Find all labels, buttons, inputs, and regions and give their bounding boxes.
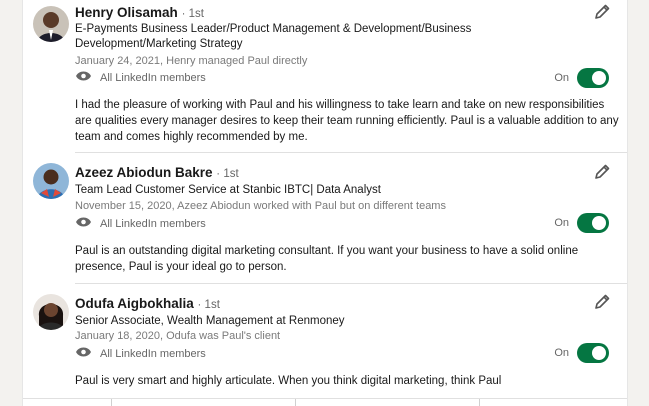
pencil-icon[interactable] — [593, 293, 611, 316]
recommender-name-line: Henry Olisamah · 1st — [75, 5, 204, 20]
visibility-setting[interactable]: All LinkedIn members — [75, 346, 206, 361]
avatar[interactable] — [33, 6, 69, 42]
visibility-label: All LinkedIn members — [100, 217, 206, 230]
pencil-icon[interactable] — [593, 3, 611, 26]
recommendation-text: Paul is an outstanding digital marketing… — [75, 245, 579, 273]
connection-degree: · 1st — [197, 299, 220, 311]
toggle-knob — [592, 346, 606, 360]
recommendation-item: Henry Olisamah · 1st E-Payments Business… — [23, 0, 627, 153]
tab-separator — [479, 399, 480, 406]
toggle-state: On — [554, 347, 569, 359]
recommender-name[interactable]: Henry Olisamah — [75, 5, 178, 20]
recommendation-meta: November 15, 2020, Azeez Abiodun worked … — [75, 200, 446, 212]
toggle-knob — [592, 71, 606, 85]
recommender-headline: E-Payments Business Leader/Product Manag… — [75, 23, 472, 50]
recommendation-item: Azeez Abiodun Bakre · 1st Team Lead Cust… — [23, 153, 627, 284]
recommendation-text: Paul is very smart and highly articulate… — [75, 375, 502, 387]
visibility-label: All LinkedIn members — [100, 71, 206, 84]
toggle-knob — [592, 216, 606, 230]
pencil-icon[interactable] — [593, 163, 611, 186]
visibility-toggle-wrap: On — [554, 68, 609, 88]
recommender-name[interactable]: Azeez Abiodun Bakre — [75, 165, 213, 180]
toggle-state: On — [554, 72, 569, 84]
visibility-toggle[interactable] — [577, 343, 609, 363]
recommendation-meta: January 24, 2021, Henry managed Paul dir… — [75, 55, 308, 67]
eye-icon — [75, 216, 100, 231]
recommender-headline: Senior Associate, Wealth Management at R… — [75, 315, 345, 327]
recommender-name-line: Azeez Abiodun Bakre · 1st — [75, 165, 239, 180]
recommendation-meta: January 18, 2020, Odufa was Paul's clien… — [75, 330, 281, 342]
avatar[interactable] — [33, 294, 69, 330]
visibility-toggle-wrap: On — [554, 213, 609, 233]
visibility-toggle[interactable] — [577, 213, 609, 233]
recommender-name[interactable]: Odufa Aigbokhalia — [75, 296, 194, 311]
avatar[interactable] — [33, 163, 69, 199]
recommender-name-line: Odufa Aigbokhalia · 1st — [75, 296, 220, 311]
tab-separator — [295, 399, 296, 406]
recommender-headline: Team Lead Customer Service at Stanbic IB… — [75, 184, 381, 196]
visibility-setting[interactable]: All LinkedIn members — [75, 70, 206, 85]
footer-tab-strip — [23, 398, 627, 406]
recommendation-item: Odufa Aigbokhalia · 1st Senior Associate… — [23, 283, 627, 398]
recommendations-card: Henry Olisamah · 1st E-Payments Business… — [22, 0, 628, 406]
eye-icon — [75, 346, 100, 361]
visibility-toggle-wrap: On — [554, 343, 609, 363]
visibility-toggle[interactable] — [577, 68, 609, 88]
connection-degree: · 1st — [216, 168, 239, 180]
recommendation-text: I had the pleasure of working with Paul … — [75, 99, 619, 143]
connection-degree: · 1st — [181, 8, 204, 20]
toggle-state: On — [554, 217, 569, 229]
visibility-setting[interactable]: All LinkedIn members — [75, 216, 206, 231]
eye-icon — [75, 70, 100, 85]
tab-separator — [111, 399, 112, 406]
visibility-label: All LinkedIn members — [100, 347, 206, 360]
